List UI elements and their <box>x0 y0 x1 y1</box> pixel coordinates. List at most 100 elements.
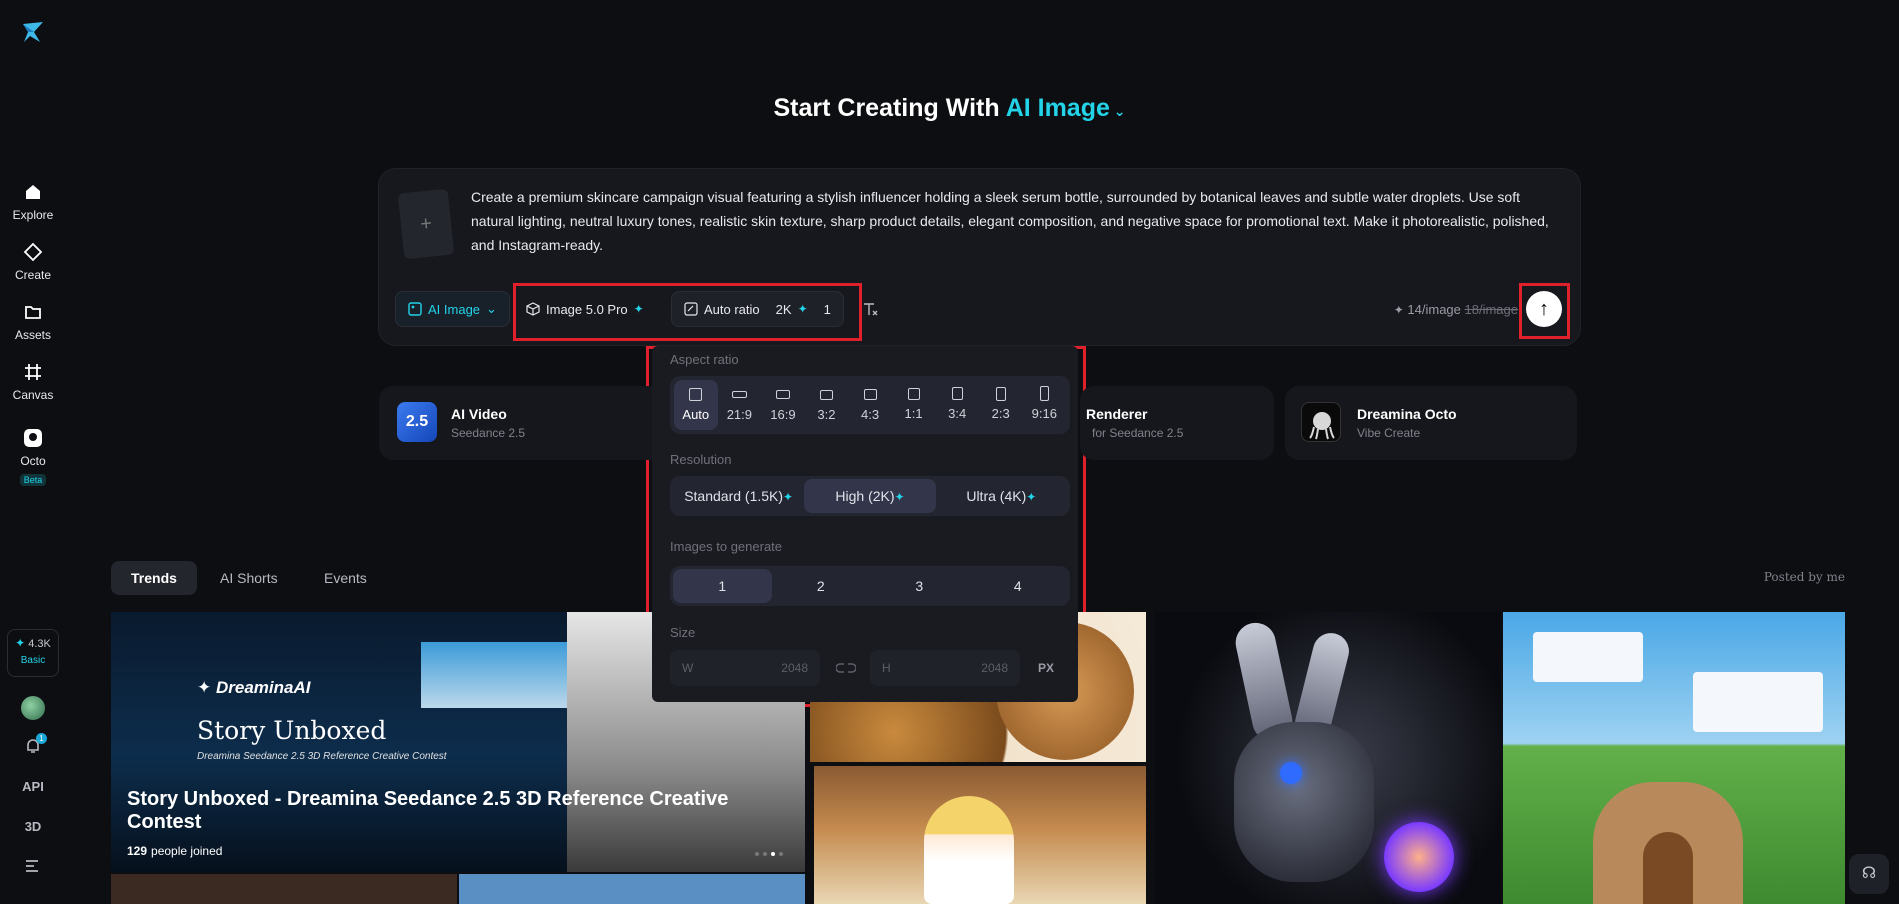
resolution-high[interactable]: High (2K)✦ <box>804 479 936 513</box>
avatar[interactable] <box>21 696 45 720</box>
model-pill-label: Image 5.0 Pro <box>546 301 628 317</box>
ratio-icon <box>684 302 698 316</box>
menu-icon[interactable] <box>24 858 42 874</box>
height-value: 2048 <box>981 661 1008 675</box>
ratio-1-1[interactable]: 1:1 <box>892 380 936 430</box>
credits-badge[interactable]: ✦ 4.3K Basic <box>7 629 59 677</box>
resolution-pill-label: 2K <box>775 301 792 317</box>
ratio-16-9[interactable]: 16:9 <box>761 380 805 430</box>
mode-pill-label: AI Image <box>428 301 481 317</box>
3d-link[interactable]: 3D <box>0 819 66 834</box>
tab-ai-shorts[interactable]: AI Shorts <box>200 561 298 595</box>
sparkle-icon: ✦ <box>633 302 644 316</box>
octo-app-icon <box>1301 402 1341 442</box>
ratio-label: Auto <box>682 407 710 422</box>
gallery-item-bakery[interactable] <box>814 766 1146 904</box>
support-button[interactable]: ☊ <box>1849 854 1889 894</box>
feature-subtitle: Seedance 2.5 <box>451 426 526 440</box>
posted-by-filter[interactable]: Posted by me <box>1764 570 1845 584</box>
gallery-item-crystal-rabbit[interactable] <box>1154 612 1501 904</box>
tab-trends[interactable]: Trends <box>111 561 197 595</box>
cloud-image <box>1693 672 1823 732</box>
folder-icon <box>25 306 41 319</box>
prompt-card: + Create a premium skincare campaign vis… <box>378 168 1581 346</box>
prompt-input[interactable]: Create a premium skincare campaign visua… <box>471 185 1561 257</box>
count-4[interactable]: 4 <box>969 569 1068 603</box>
banner-title: Story Unboxed <box>197 716 387 745</box>
resolution-ultra[interactable]: Ultra (4K)✦ <box>936 479 1067 513</box>
contest-brand-text: DreaminaAI <box>215 678 311 697</box>
ratio-auto-icon <box>689 388 703 401</box>
gallery-item-voxel-house[interactable] <box>1503 612 1845 904</box>
baker-figure <box>924 796 1014 904</box>
sidebar-item-create[interactable]: Create <box>0 242 66 284</box>
ratio-3-2[interactable]: 3:2 <box>805 380 849 430</box>
ratio-label: 2:3 <box>991 406 1010 421</box>
feature-card-dreamina-octo[interactable]: Dreamina Octo Vibe Create <box>1285 386 1577 460</box>
resolution-standard[interactable]: Standard (1.5K)✦ <box>673 479 804 513</box>
ratio-4-3[interactable]: 4:3 <box>848 380 892 430</box>
ratio-shape-icon <box>731 391 747 398</box>
feature-card-ai-video[interactable]: 2.5 AI Video Seedance 2.5 <box>379 386 665 460</box>
generate-button[interactable]: ↑ <box>1526 291 1562 327</box>
width-input[interactable]: W 2048 <box>670 650 820 686</box>
add-reference-button[interactable]: + <box>397 188 455 260</box>
count-pill-label: 1 <box>823 301 831 317</box>
model-selector[interactable]: Image 5.0 Pro ✦ <box>513 291 657 327</box>
dreamina-logo-icon[interactable] <box>20 20 46 46</box>
mode-switch[interactable]: AI Image ⌄ <box>1006 94 1126 122</box>
ratio-auto[interactable]: Auto <box>674 380 718 430</box>
sidebar-item-explore[interactable]: Explore <box>0 182 66 224</box>
ratio-label: 3:4 <box>948 406 967 421</box>
ratio-shape-icon <box>951 387 963 400</box>
ratio-3-4[interactable]: 3:4 <box>935 380 979 430</box>
beta-badge: Beta <box>19 474 47 486</box>
link-icon[interactable] <box>836 662 856 674</box>
tab-events[interactable]: Events <box>304 561 387 595</box>
ratio-selector[interactable]: Auto ratio 2K ✦ 1 <box>671 291 844 327</box>
ratio-label: 4:3 <box>860 407 880 422</box>
chevron-down-icon: ⌄ <box>486 301 497 316</box>
cube-icon <box>526 302 540 316</box>
carousel-dots[interactable] <box>755 852 783 856</box>
ratio-shape-icon <box>1039 386 1049 401</box>
home-icon <box>26 185 40 199</box>
ratio-shape-icon <box>819 390 833 400</box>
ratio-shape-icon <box>995 387 1006 401</box>
height-input[interactable]: H 2048 <box>870 650 1020 686</box>
contest-joined: 129 people joined <box>127 844 222 858</box>
sidebar-item-assets[interactable]: Assets <box>0 302 66 344</box>
ratio-label: 9:16 <box>1031 406 1057 421</box>
cloud-image <box>1533 632 1643 682</box>
aspect-ratio-label: Aspect ratio <box>670 352 739 367</box>
ratio-2-3[interactable]: 2:3 <box>979 380 1023 430</box>
sidebar-item-canvas[interactable]: Canvas <box>0 362 66 404</box>
sidebar-item-label: Explore <box>12 208 54 222</box>
contest-title: Story Unboxed - Dreamina Seedance 2.5 3D… <box>127 788 729 833</box>
sidebar-item-octo[interactable]: Octo Beta <box>0 428 66 488</box>
ratio-21-9[interactable]: 21:9 <box>718 380 762 430</box>
count-1[interactable]: 1 <box>673 569 772 603</box>
images-to-generate-label: Images to generate <box>670 539 783 554</box>
gallery-item[interactable] <box>111 874 457 904</box>
mode-dropdown[interactable]: AI Image ⌄ <box>395 291 510 327</box>
size-label: Size <box>670 625 696 640</box>
seedance-icon: 2.5 <box>397 402 437 442</box>
count-2[interactable]: 2 <box>772 569 871 603</box>
sidebar: Explore Create Assets Canvas Octo Beta ✦… <box>0 0 66 904</box>
plan-tier: Basic <box>20 655 46 666</box>
sidebar-item-label: Assets <box>14 328 51 342</box>
ratio-shape-icon <box>907 388 920 400</box>
notification-button[interactable]: 1 <box>24 733 47 760</box>
image-count-group: 1 2 3 4 <box>670 566 1070 606</box>
feature-card-renderer[interactable]: Renderer for Seedance 2.5 <box>1080 386 1274 460</box>
gallery-item[interactable] <box>459 874 805 904</box>
octo-icon <box>24 429 42 447</box>
ratio-pill-label: Auto ratio <box>704 301 760 317</box>
api-link[interactable]: API <box>0 779 66 794</box>
cost-current: 14/image <box>1407 302 1461 317</box>
height-label: H <box>882 661 891 675</box>
text-style-icon[interactable] <box>863 302 879 316</box>
ratio-9-16[interactable]: 9:16 <box>1023 380 1067 430</box>
count-3[interactable]: 3 <box>870 569 969 603</box>
